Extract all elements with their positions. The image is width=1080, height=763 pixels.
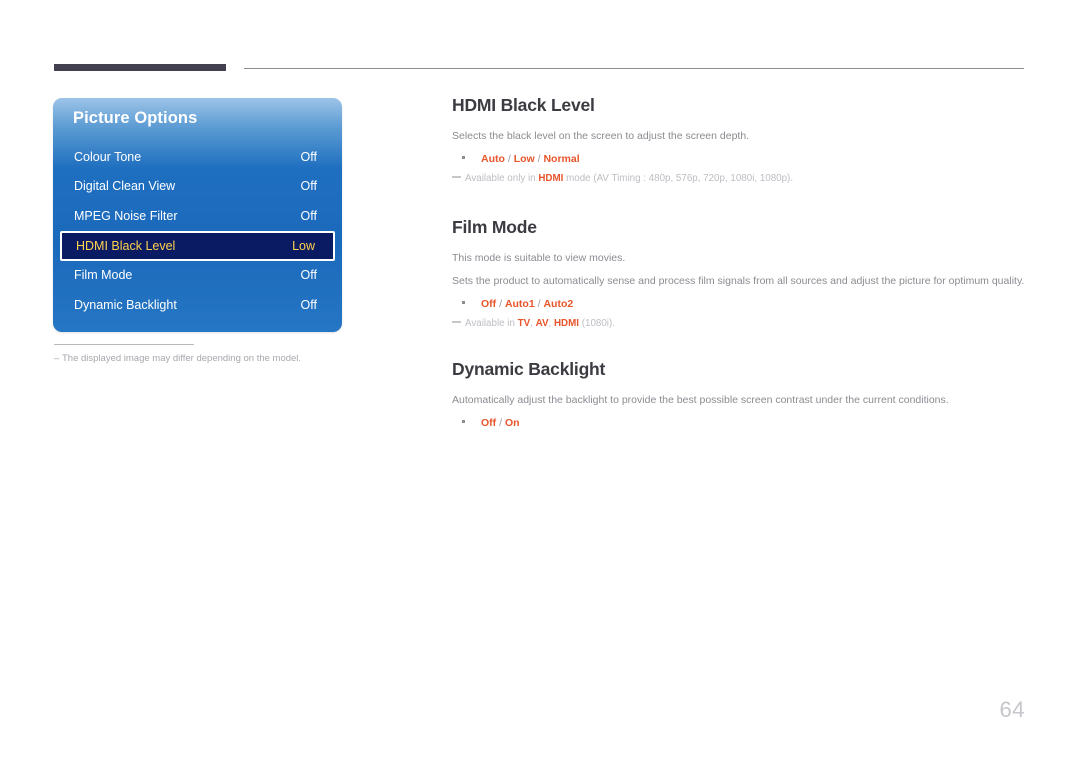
page-number: 64 <box>999 697 1025 722</box>
osd-row-label: Digital Clean View <box>74 179 176 194</box>
figure-note: – The displayed image may differ dependin… <box>54 344 384 365</box>
option-item: Normal <box>543 152 580 165</box>
osd-row-dynamic-backlight[interactable]: Dynamic Backlight Off <box>53 290 342 320</box>
osd-menu-list: Colour Tone Off Digital Clean View Off MPEG … <box>53 142 342 320</box>
note-dash-icon <box>452 176 461 179</box>
note-dash-icon <box>452 321 461 324</box>
option-item: Auto2 <box>543 297 574 310</box>
osd-row-value: Off <box>300 149 317 164</box>
section-paragraph: Selects the black level on the screen to… <box>452 130 750 142</box>
osd-row-film-mode[interactable]: Film Mode Off <box>53 261 342 291</box>
bullet-dot-icon <box>462 419 465 423</box>
option-item: Auto <box>481 152 505 165</box>
option-item: On <box>504 416 520 429</box>
option-item: Auto1 <box>504 297 535 310</box>
option-separator: / <box>504 152 514 165</box>
bullet-dot-icon <box>462 155 465 159</box>
option-values: Off / Auto1 / Auto2 <box>481 297 573 312</box>
bullet-dot-icon <box>462 300 465 304</box>
page-header-rules <box>54 64 1024 76</box>
osd-row-label: MPEG Noise Filter <box>74 208 178 223</box>
section-paragraph: Automatically adjust the backlight to pr… <box>452 394 949 407</box>
osd-row-digital-clean-view[interactable]: Digital Clean View Off <box>53 172 342 202</box>
header-accent-bar <box>54 64 226 71</box>
option-bullet-line: Off / Auto1 / Auto2 <box>452 297 1027 312</box>
osd-row-hdmi-black-level[interactable]: HDMI Black Level Low <box>60 230 335 261</box>
osd-row-label: Colour Tone <box>74 149 142 164</box>
header-divider-line <box>244 68 1024 69</box>
osd-row-mpeg-noise-filter[interactable]: MPEG Noise Filter Off <box>53 201 342 231</box>
option-values: Off / On <box>481 416 520 431</box>
osd-row-colour-tone[interactable]: Colour Tone Off <box>53 142 342 172</box>
note-suffix: mode (AV Timing : 480p, 576p, 720p, 1080… <box>563 173 794 185</box>
doc-section: Film Mode This mode is suitable to view m… <box>452 217 1027 331</box>
section-paragraph: This mode is suitable to view movies. <box>452 252 626 265</box>
section-title: Dynamic Backlight <box>452 359 606 380</box>
note-prefix: Available only in <box>465 173 539 185</box>
note-emphasis-3: HDMI <box>553 318 580 330</box>
note-emphasis-2: AV <box>535 318 549 330</box>
osd-row-value: Off <box>300 297 317 312</box>
note-emphasis: TV <box>517 318 531 330</box>
osd-row-label: HDMI Black Level <box>76 238 176 253</box>
section-paragraph: Sets the product to automatically sense … <box>452 274 1025 287</box>
section-title: Film Mode <box>452 217 537 238</box>
figure-note-text: – The displayed image may differ dependin… <box>54 353 384 365</box>
option-separator: / <box>496 416 505 429</box>
note-prefix: Available in <box>465 318 518 330</box>
note-text: Available in TV, AV, HDMI (1080i). <box>465 318 615 330</box>
section-title: HDMI Black Level <box>452 95 595 115</box>
option-bullet-line: Auto / Low / Normal <box>452 152 1027 167</box>
figure-note-rule <box>54 344 194 345</box>
availability-note: Available only in HDMI mode (AV Timing :… <box>452 172 1027 186</box>
osd-row-value: Low <box>292 238 315 253</box>
osd-row-value: Off <box>300 179 317 194</box>
figure-note-label: The displayed image may differ depending… <box>62 353 302 364</box>
note-suffix: (1080i). <box>579 318 615 330</box>
option-item: Low <box>513 152 535 165</box>
doc-section: Dynamic Backlight Automatically adjust th… <box>452 359 1027 430</box>
note-emphasis: HDMI <box>538 173 564 185</box>
option-bullet-line: Off / On <box>452 416 1027 431</box>
option-values: Auto / Low / Normal <box>481 152 580 167</box>
availability-note: Available in TV, AV, HDMI (1080i). <box>452 317 1027 331</box>
option-separator: / <box>496 297 505 310</box>
osd-menu-panel: Picture Options Colour Tone Off Digital Cl… <box>53 98 342 332</box>
osd-menu-title: Picture Options <box>73 109 198 127</box>
osd-row-label: Film Mode <box>74 268 133 283</box>
option-item: Off <box>481 416 497 429</box>
osd-row-value: Off <box>300 208 317 223</box>
osd-row-label: Dynamic Backlight <box>74 297 177 312</box>
option-item: Off <box>481 297 497 310</box>
figure-note-dash: – <box>54 353 60 364</box>
note-text: Available only in HDMI mode (AV Timing :… <box>465 172 793 186</box>
doc-section: HDMI Black Level Selects the black level … <box>452 95 1027 186</box>
osd-row-value: Off <box>300 268 317 283</box>
doc-content: HDMI Black Level Selects the black level … <box>452 95 1027 436</box>
